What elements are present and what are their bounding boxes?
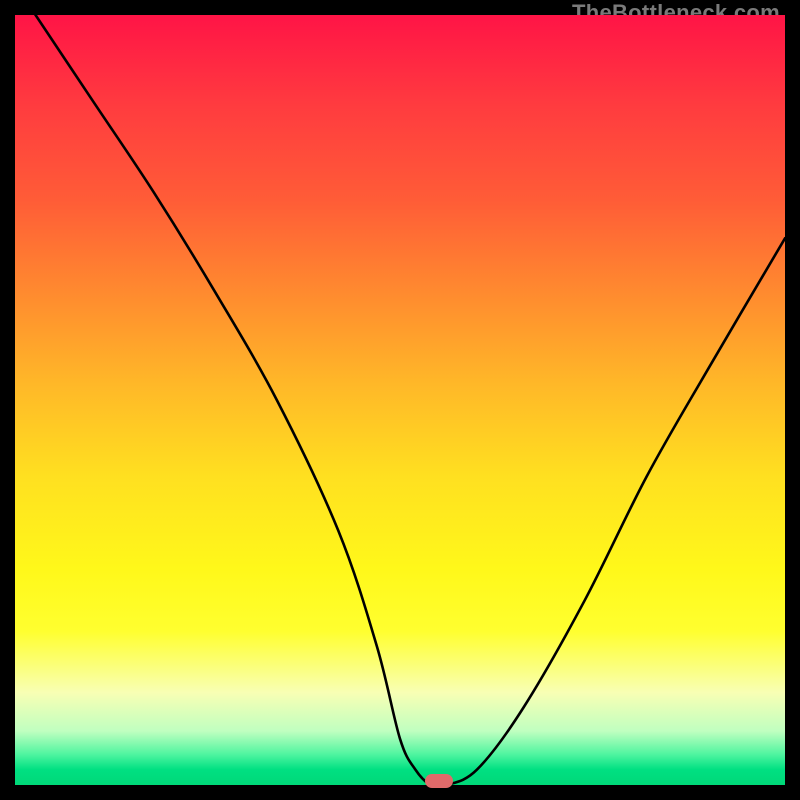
minimum-marker (425, 774, 453, 788)
curve-svg (15, 15, 785, 785)
chart-frame: TheBottleneck.com (0, 0, 800, 800)
plot-area (15, 15, 785, 785)
curve-path (30, 15, 785, 785)
